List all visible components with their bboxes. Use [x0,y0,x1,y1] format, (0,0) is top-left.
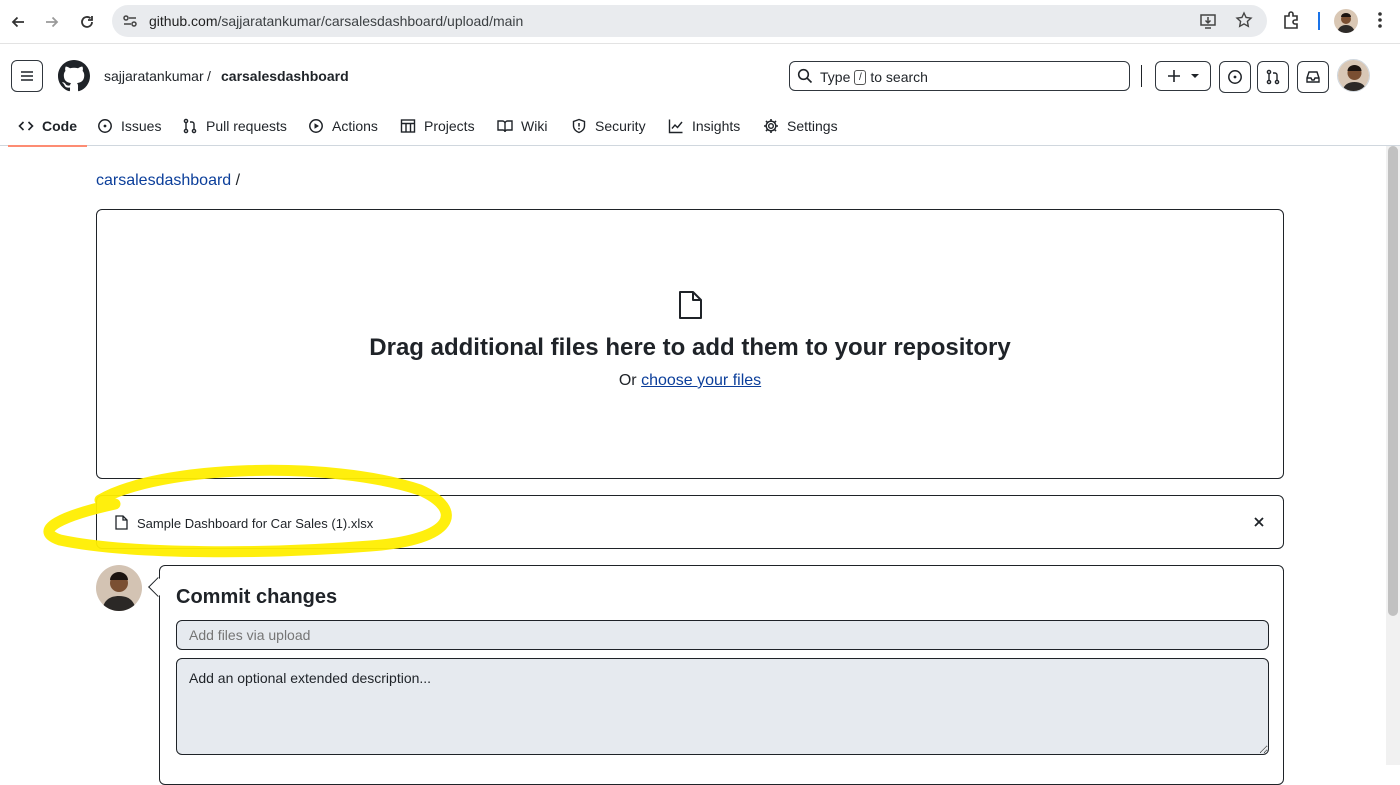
tab-actions-label: Actions [332,118,378,134]
issue-icon [1228,70,1242,84]
commit-changes-panel: Commit changes [159,565,1284,785]
scrollbar-thumb[interactable] [1388,146,1398,616]
uploaded-file-name: Sample Dashboard for Car Sales (1).xlsx [137,516,374,531]
drop-zone-title: Drag additional files here to add them t… [369,334,1011,361]
play-icon [309,119,323,133]
pull-request-icon [1266,69,1280,85]
hamburger-menu-button[interactable] [11,60,43,92]
toolbar-divider [1318,12,1320,30]
repo-tabs: Code Issues Pull requests Actions Projec… [0,106,1400,147]
forward-icon[interactable] [38,8,66,36]
plus-icon [1168,70,1180,82]
drop-or-text: Or [618,372,637,389]
repo-name-link[interactable]: carsalesdashboard [221,68,349,84]
issue-icon [98,119,112,133]
back-icon[interactable] [4,8,32,36]
commit-description-input[interactable] [176,658,1269,755]
repo-owner-link[interactable]: sajjaratankumar [104,68,204,84]
file-drop-zone[interactable]: Drag additional files here to add them t… [96,209,1284,479]
url-text: github.com/sajjaratankumar/carsalesdashb… [149,13,524,29]
repo-header: sajjaratankumar / carsalesdashboard Type… [0,44,1400,147]
extensions-icon[interactable] [1281,10,1301,35]
shield-icon [572,118,586,134]
tab-actions[interactable]: Actions [308,106,378,146]
address-bar[interactable]: github.com/sajjaratankumar/carsalesdashb… [112,5,1267,37]
browser-profile-avatar[interactable] [1334,9,1358,33]
tab-insights-label: Insights [692,118,741,134]
browser-menu-icon[interactable] [1370,9,1390,36]
site-info-icon[interactable] [121,12,139,35]
github-logo-icon[interactable] [58,60,90,97]
breadcrumb-separator: / [235,172,241,189]
issues-button[interactable] [1219,61,1251,93]
pull-request-icon [183,118,197,134]
tab-issues-label: Issues [121,118,162,134]
bookmark-star-icon[interactable] [1235,11,1253,34]
page-scrollbar[interactable] [1386,146,1400,765]
active-tab-indicator [8,145,87,147]
browser-toolbar: github.com/sajjaratankumar/carsalesdashb… [0,0,1400,44]
hamburger-icon [21,71,33,81]
tab-code[interactable]: Code [8,106,87,147]
reload-icon[interactable] [73,8,101,36]
create-new-button[interactable] [1155,61,1211,91]
gear-icon [764,119,778,133]
choose-files-link[interactable]: choose your files [641,372,761,389]
tab-projects-label: Projects [424,118,475,134]
tab-security-label: Security [595,118,646,134]
table-icon [400,119,416,133]
code-icon [18,121,34,131]
drop-zone-subtitle: Or choose your files [97,372,1283,390]
commit-summary-input[interactable] [176,620,1269,650]
user-avatar[interactable] [1337,59,1370,92]
graph-icon [668,119,683,134]
caret-down-icon [1191,74,1199,78]
search-icon [797,68,813,89]
tab-issues[interactable]: Issues [97,106,161,146]
tab-wiki-label: Wiki [521,118,548,134]
commit-title: Commit changes [176,586,338,608]
commit-author-avatar [96,565,142,611]
breadcrumb-repo-link[interactable]: carsalesdashboard [96,172,231,189]
tab-wiki[interactable]: Wiki [497,106,547,146]
tab-pull-requests-label: Pull requests [206,118,287,134]
search-input[interactable]: Type / to search [789,61,1130,91]
inbox-icon [1306,71,1320,83]
search-shortcut-key: / [854,69,867,85]
inbox-button[interactable] [1297,61,1329,93]
file-icon [677,290,705,325]
tab-pull-requests[interactable]: Pull requests [182,106,287,146]
header-divider [1141,65,1142,87]
pull-requests-button[interactable] [1257,61,1289,93]
owner-repo-separator: / [207,68,211,84]
tab-settings-label: Settings [787,118,838,134]
tab-security[interactable]: Security [571,106,646,146]
tab-projects[interactable]: Projects [400,106,475,146]
book-icon [497,120,513,133]
tab-code-label: Code [42,118,77,134]
search-placeholder: Type / to search [820,69,928,85]
install-app-icon[interactable] [1199,12,1217,35]
breadcrumb: carsalesdashboard / [96,172,240,190]
uploaded-file-row: Sample Dashboard for Car Sales (1).xlsx [96,495,1284,549]
remove-file-icon[interactable] [1252,515,1266,534]
file-icon [115,515,128,535]
tab-insights[interactable]: Insights [668,106,740,146]
tab-settings[interactable]: Settings [763,106,838,146]
